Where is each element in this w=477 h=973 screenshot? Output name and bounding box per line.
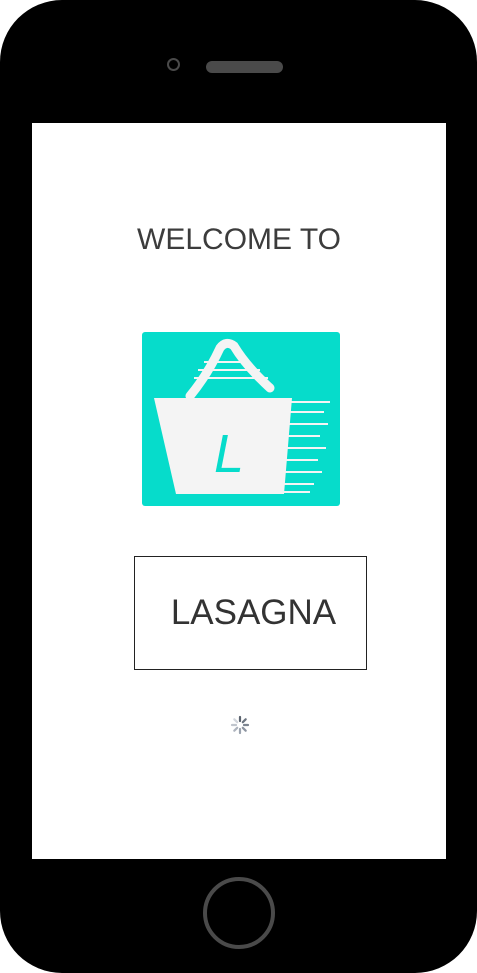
app-name: LASAGNA bbox=[170, 593, 337, 632]
app-logo-icon: L bbox=[142, 332, 340, 506]
phone-frame: WELCOME TO L LASAGNA bbox=[0, 0, 477, 973]
app-screen: WELCOME TO L LASAGNA bbox=[32, 123, 446, 859]
front-camera-icon bbox=[167, 58, 180, 71]
welcome-heading: WELCOME TO bbox=[137, 223, 341, 256]
logo-letter: L bbox=[214, 424, 244, 484]
speaker-grille bbox=[206, 61, 283, 73]
home-button[interactable] bbox=[203, 877, 275, 949]
app-name-box: LASAGNA bbox=[134, 556, 367, 670]
spinner-icon bbox=[230, 715, 250, 735]
